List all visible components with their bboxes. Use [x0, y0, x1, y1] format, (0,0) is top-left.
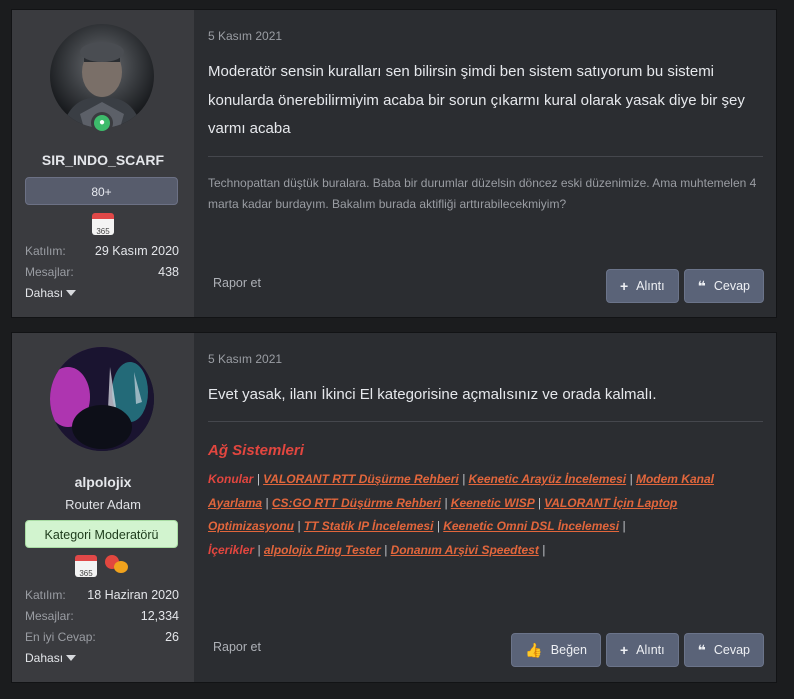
more-toggle[interactable]: Dahası	[25, 282, 179, 303]
signature-link[interactable]: TT Statik IP İncelemesi	[304, 519, 434, 533]
signature-link[interactable]: CS:GO RTT Düşürme Rehberi	[272, 496, 441, 510]
moderator-banner: Kategori Moderatörü	[25, 520, 178, 548]
quote-button[interactable]: + Alıntı	[605, 269, 679, 303]
separator: |	[542, 542, 546, 557]
post-body: 5 Kasım 2021 Evet yasak, ilanı İkinci El…	[194, 333, 776, 682]
signature-link[interactable]: Donanım Arşivi Speedtest	[391, 543, 539, 557]
post-date[interactable]: 5 Kasım 2021	[208, 29, 282, 43]
signature-link[interactable]: alpolojix Ping Tester	[264, 543, 381, 557]
stat-row: Mesajlar: 12,334	[25, 605, 179, 626]
report-link[interactable]: Rapor et	[213, 276, 261, 290]
post-date[interactable]: 5 Kasım 2021	[208, 352, 282, 366]
post: ● SIR_INDO_SCARF 80+ 365 Katılım: 29 Kas…	[11, 9, 777, 318]
signature-link[interactable]: Keenetic WISP	[451, 496, 535, 510]
signature-divider	[208, 421, 763, 422]
avatar[interactable]	[50, 347, 154, 451]
like-button[interactable]: 👍 Beğen	[511, 633, 601, 667]
username[interactable]: alpolojix	[12, 474, 194, 490]
stat-value[interactable]: 12,334	[141, 609, 179, 623]
reply-button-label: Cevap	[713, 643, 750, 657]
signature-link[interactable]: VALORANT RTT Düşürme Rehberi	[263, 472, 459, 486]
username[interactable]: SIR_INDO_SCARF	[12, 152, 194, 168]
calendar-365-icon[interactable]: 365	[92, 213, 114, 236]
signature-links: Konular | VALORANT RTT Düşürme Rehberi |…	[208, 468, 746, 562]
signature-link[interactable]: Keenetic Omni DSL İncelemesi	[443, 519, 619, 533]
trophy-row: 365	[12, 555, 194, 578]
stat-row: Mesajlar: 438	[25, 261, 179, 282]
stat-label: Katılım:	[25, 243, 66, 258]
caret-down-icon	[66, 289, 77, 296]
stat-label: En iyi Cevap:	[25, 629, 96, 644]
reply-button[interactable]: ❝ Cevap	[683, 269, 764, 303]
more-label: Dahası	[25, 285, 64, 300]
signature-link[interactable]: Keenetic Arayüz İncelemesi	[469, 472, 627, 486]
signature-heading: Ağ Sistemleri	[208, 442, 304, 459]
reply-button-label: Cevap	[713, 279, 750, 293]
quote-icon: ❝	[697, 641, 706, 658]
calendar-365-icon[interactable]: 365	[75, 555, 97, 578]
stat-value[interactable]: 26	[165, 630, 179, 644]
more-toggle[interactable]: Dahası	[25, 647, 179, 668]
user-stats: Katılım: 18 Haziran 2020 Mesajlar: 12,33…	[25, 584, 179, 668]
stat-value[interactable]: 438	[158, 265, 179, 279]
stat-row: Katılım: 29 Kasım 2020	[25, 240, 179, 261]
stat-row: Katılım: 18 Haziran 2020	[25, 584, 179, 605]
signature-text: Technopattan düştük buralara. Baba bir d…	[208, 176, 757, 211]
quote-button-label: Alıntı	[636, 643, 665, 657]
stat-label: Mesajlar:	[25, 264, 74, 279]
konular-label: Konular	[208, 472, 254, 486]
quote-icon: ❝	[697, 277, 706, 294]
stat-value: 18 Haziran 2020	[87, 587, 179, 602]
post-message: Evet yasak, ilanı İkinci El kategorisine…	[208, 386, 657, 403]
user-stats: Katılım: 29 Kasım 2020 Mesajlar: 438 Dah…	[25, 240, 179, 303]
signature-divider	[208, 156, 763, 157]
caret-down-icon	[66, 654, 77, 661]
quote-button-label: Alıntı	[636, 279, 665, 293]
rank-banner: 80+	[25, 177, 178, 205]
plus-icon: +	[619, 278, 629, 294]
stat-label: Katılım:	[25, 587, 66, 602]
stat-label: Mesajlar:	[25, 608, 74, 623]
reply-button[interactable]: ❝ Cevap	[683, 633, 764, 667]
quote-button[interactable]: + Alıntı	[605, 633, 679, 667]
stat-row: En iyi Cevap: 26	[25, 626, 179, 647]
more-label: Dahası	[25, 650, 64, 665]
post-message: Moderatör sensin kuralları sen bilirsin …	[208, 63, 745, 137]
user-info-panel: alpolojix Router Adam Kategori Moderatör…	[12, 333, 194, 682]
user-info-panel: ● SIR_INDO_SCARF 80+ 365 Katılım: 29 Kas…	[12, 10, 194, 317]
trophy-row: 365	[12, 213, 194, 236]
like-button-label: Beğen	[550, 643, 587, 657]
icerikler-label: İçerikler	[208, 542, 255, 557]
post-actions: 👍 Beğen + Alıntı ❝ Cevap	[511, 633, 764, 667]
post: alpolojix Router Adam Kategori Moderatör…	[11, 332, 777, 683]
separator: |	[622, 519, 626, 533]
post-body: 5 Kasım 2021 Moderatör sensin kuralları …	[194, 10, 776, 317]
post-actions: + Alıntı ❝ Cevap	[605, 269, 764, 303]
report-link[interactable]: Rapor et	[213, 640, 261, 654]
stat-value: 29 Kasım 2020	[94, 243, 179, 258]
user-title: Router Adam	[65, 497, 141, 512]
chat-bubbles-icon[interactable]	[105, 555, 131, 577]
thumbs-up-icon: 👍	[525, 641, 543, 658]
online-status-icon: ●	[91, 112, 113, 134]
plus-icon: +	[619, 642, 629, 658]
